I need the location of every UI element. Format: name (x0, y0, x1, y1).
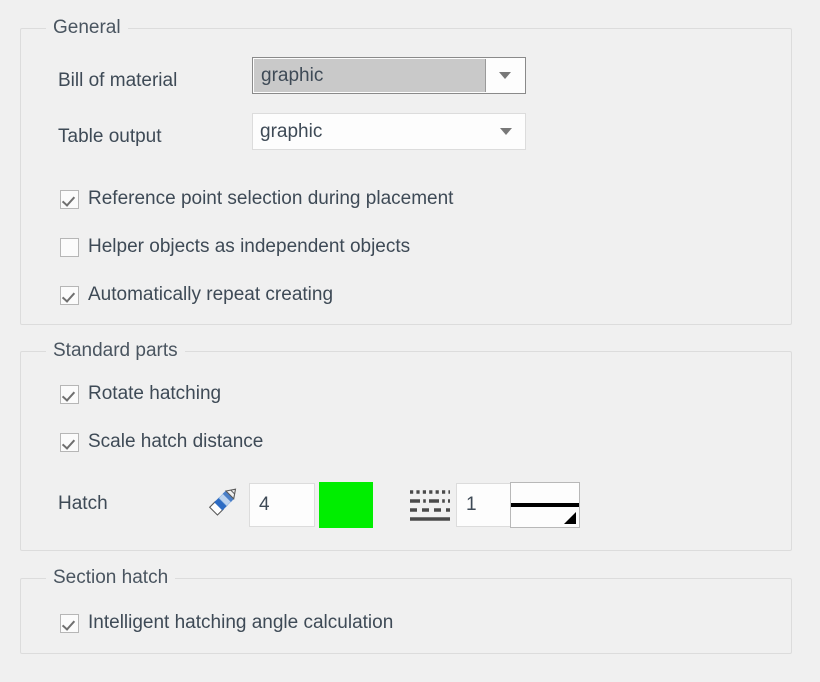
checkbox-helper-objects-independent-box[interactable] (60, 237, 79, 257)
input-hatch-pen-width[interactable]: 4 (249, 483, 315, 527)
checkbox-scale-hatch-distance[interactable]: Scale hatch distance (60, 431, 263, 453)
combobox-table-output[interactable]: graphic (252, 113, 526, 150)
checkbox-intelligent-hatching-angle[interactable]: Intelligent hatching angle calculation (60, 612, 393, 634)
input-hatch-line-type[interactable]: 1 (456, 483, 513, 527)
input-hatch-line-type-value: 1 (466, 494, 477, 515)
line-type-icon[interactable] (409, 488, 451, 527)
label-bill-of-material: Bill of material (58, 70, 178, 91)
checkbox-reference-point-selection-label: Reference point selection during placeme… (88, 188, 454, 209)
group-general-legend: General (46, 16, 128, 40)
checkbox-rotate-hatching-box[interactable] (60, 384, 79, 404)
checkbox-scale-hatch-distance-box[interactable] (60, 432, 79, 452)
group-standard-parts-legend: Standard parts (46, 339, 185, 363)
pencil-icon[interactable] (201, 483, 241, 528)
chevron-down-icon (499, 72, 511, 79)
checkbox-scale-hatch-distance-label: Scale hatch distance (88, 431, 264, 452)
chevron-down-icon (500, 128, 512, 135)
corner-triangle-icon[interactable] (564, 512, 576, 524)
checkbox-automatically-repeat-creating-label: Automatically repeat creating (88, 284, 334, 305)
label-hatch: Hatch (58, 493, 108, 514)
group-section-hatch-legend: Section hatch (46, 566, 176, 590)
label-table-output: Table output (58, 126, 162, 147)
checkbox-reference-point-selection[interactable]: Reference point selection during placeme… (60, 188, 453, 210)
combobox-table-output-value: graphic (260, 120, 323, 142)
checkbox-automatically-repeat-creating-box[interactable] (60, 285, 79, 305)
checkbox-reference-point-selection-box[interactable] (60, 189, 79, 209)
line-weight-preview[interactable] (510, 482, 580, 528)
checkbox-automatically-repeat-creating[interactable]: Automatically repeat creating (60, 284, 333, 306)
combobox-bill-of-material-arrow[interactable] (485, 59, 524, 92)
input-hatch-pen-width-value: 4 (259, 494, 270, 515)
combobox-table-output-arrow[interactable] (487, 114, 525, 149)
checkbox-rotate-hatching[interactable]: Rotate hatching (60, 383, 221, 405)
checkbox-helper-objects-independent-label: Helper objects as independent objects (88, 236, 411, 257)
checkbox-intelligent-hatching-angle-box[interactable] (60, 613, 79, 633)
combobox-bill-of-material-value: graphic (254, 59, 485, 92)
combobox-bill-of-material[interactable]: graphic (252, 57, 526, 94)
settings-page: General Bill of material graphic Table o… (0, 0, 820, 682)
hatch-color-swatch[interactable] (319, 482, 373, 528)
checkbox-intelligent-hatching-angle-label: Intelligent hatching angle calculation (88, 612, 394, 633)
line-weight-rule (511, 503, 579, 507)
checkbox-helper-objects-independent[interactable]: Helper objects as independent objects (60, 236, 410, 258)
hatch-color-swatch-fill (319, 482, 373, 528)
row-bill-of-material: Bill of material (58, 70, 177, 92)
checkbox-rotate-hatching-label: Rotate hatching (88, 383, 222, 404)
row-table-output: Table output (58, 126, 162, 148)
